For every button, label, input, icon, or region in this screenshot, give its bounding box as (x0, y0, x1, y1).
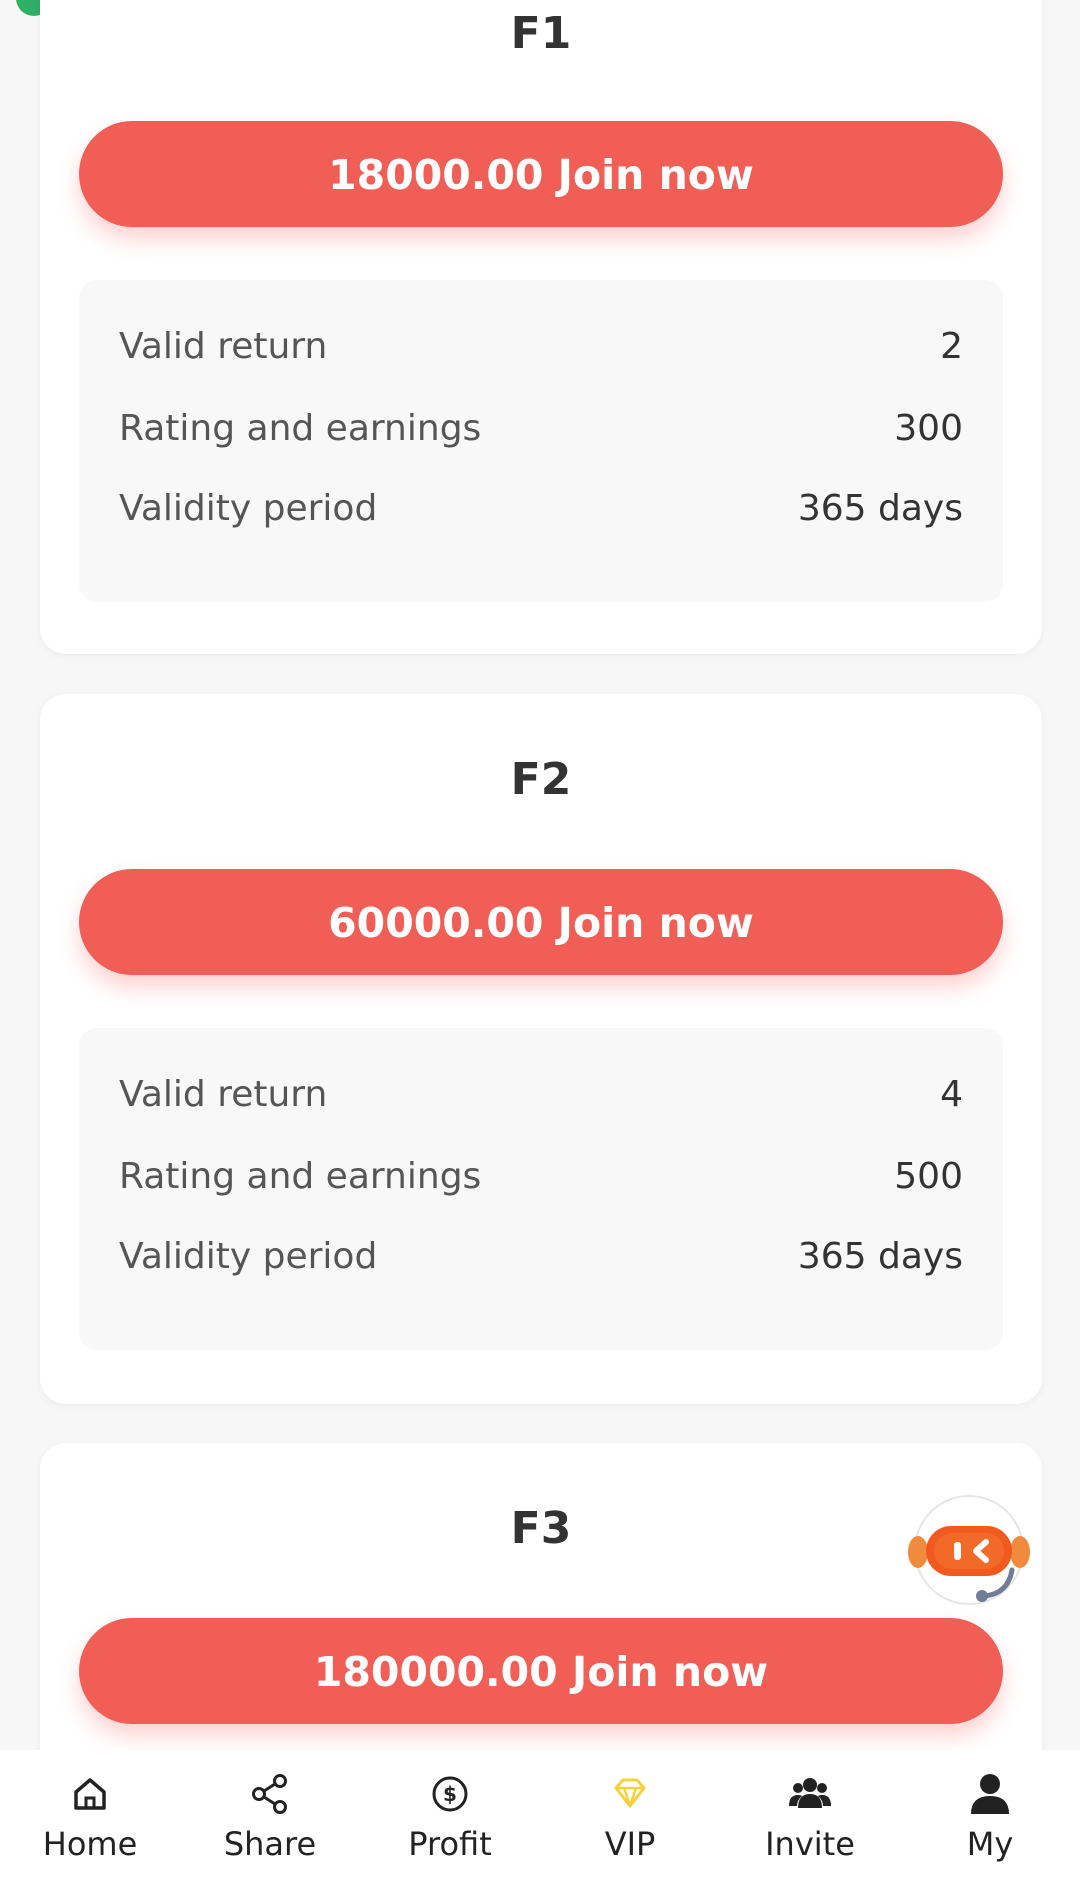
customer-service-robot-icon[interactable] (904, 1490, 1034, 1616)
info-label: Validity period (119, 488, 378, 529)
plan-title: F1 (510, 8, 572, 59)
plan-info-box: Valid return 2 Rating and earnings 300 V… (79, 280, 1003, 602)
tab-label: Share (223, 1825, 317, 1863)
users-icon (788, 1772, 832, 1816)
plan-card-f2: F2 60000.00 Join now Valid return 4 Rati… (40, 694, 1042, 1404)
info-value: 500 (894, 1156, 963, 1197)
info-row-validity-period: Validity period 365 days (119, 1236, 963, 1286)
tab-label: My (966, 1825, 1014, 1863)
tab-label: Profit (408, 1825, 492, 1863)
join-now-button[interactable]: 60000.00 Join now (79, 869, 1003, 975)
info-value: 365 days (797, 488, 963, 529)
share-icon (248, 1772, 292, 1816)
plan-title: F2 (510, 754, 572, 805)
info-value: 4 (940, 1074, 963, 1115)
info-label: Rating and earnings (119, 408, 482, 449)
info-label: Rating and earnings (119, 1156, 482, 1197)
tab-invite[interactable]: Invite (720, 1750, 900, 1877)
tab-label: Invite (765, 1825, 855, 1863)
info-value: 300 (894, 408, 963, 449)
tab-label: Home (42, 1825, 138, 1863)
tab-home[interactable]: Home (0, 1750, 180, 1877)
svg-text:$: $ (443, 1782, 457, 1806)
diamond-icon (608, 1772, 652, 1816)
info-value: 365 days (797, 1236, 963, 1277)
person-icon (968, 1772, 1012, 1816)
tab-my[interactable]: My (900, 1750, 1080, 1877)
info-label: Validity period (119, 1236, 378, 1277)
tab-label: VIP (604, 1825, 656, 1863)
join-now-button[interactable]: 180000.00 Join now (79, 1618, 1003, 1724)
plans-list[interactable]: F1 18000.00 Join now Valid return 2 Rati… (0, 0, 1080, 1750)
plan-card-f3: F3 180000.00 Join now (40, 1443, 1042, 1750)
plan-title: F3 (510, 1503, 572, 1554)
info-row-valid-return: Valid return 2 (119, 326, 963, 376)
info-value: 2 (940, 326, 963, 367)
bottom-tab-bar: Home Share $ Profit VIP Invite My (0, 1750, 1080, 1877)
info-row-validity-period: Validity period 365 days (119, 488, 963, 538)
tab-vip[interactable]: VIP (540, 1750, 720, 1877)
info-label: Valid return (119, 326, 328, 367)
plan-card-f1: F1 18000.00 Join now Valid return 2 Rati… (40, 0, 1042, 654)
dollar-circle-icon: $ (428, 1772, 472, 1816)
info-row-rating-earnings: Rating and earnings 300 (119, 408, 963, 458)
info-row-rating-earnings: Rating and earnings 500 (119, 1156, 963, 1206)
info-row-valid-return: Valid return 4 (119, 1074, 963, 1124)
tab-profit[interactable]: $ Profit (360, 1750, 540, 1877)
info-label: Valid return (119, 1074, 328, 1115)
home-icon (68, 1772, 112, 1816)
join-now-button[interactable]: 18000.00 Join now (79, 121, 1003, 227)
plan-info-box: Valid return 4 Rating and earnings 500 V… (79, 1028, 1003, 1350)
tab-share[interactable]: Share (180, 1750, 360, 1877)
